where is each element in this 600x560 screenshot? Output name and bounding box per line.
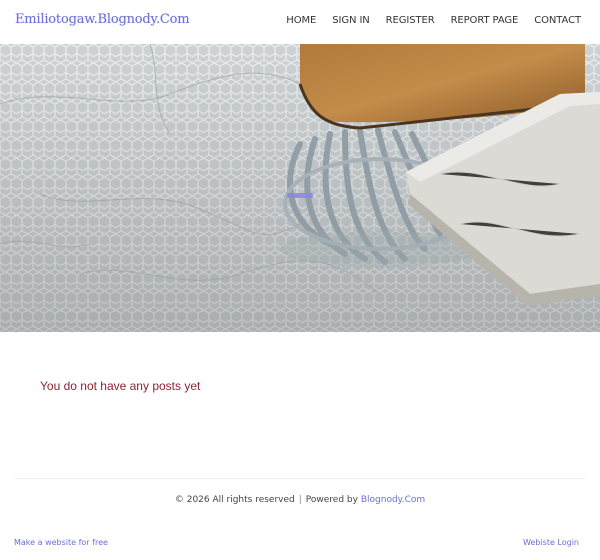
- site-header: Emiliotogaw.Blognody.Com HOME SIGN IN RE…: [0, 0, 600, 45]
- hero-image: [0, 44, 600, 332]
- powered-by-link[interactable]: Blognody.Com: [361, 495, 425, 505]
- hero-photo: [0, 44, 600, 332]
- copyright-text: © 2026 All rights reserved: [174, 495, 295, 505]
- nav-register[interactable]: REGISTER: [386, 15, 435, 26]
- nav-home[interactable]: HOME: [286, 15, 316, 26]
- nav-sign-in[interactable]: SIGN IN: [332, 15, 370, 26]
- powered-by-label: Powered by: [305, 495, 358, 505]
- main-nav: HOME SIGN IN REGISTER REPORT PAGE CONTAC…: [286, 15, 581, 26]
- footer-divider: [15, 478, 585, 479]
- footer-bottom-bar: Make a website for free Webiste Login: [0, 538, 600, 552]
- nav-contact[interactable]: CONTACT: [534, 15, 581, 26]
- site-title-link[interactable]: Emiliotogaw.Blognody.Com: [15, 12, 190, 27]
- nav-report-page[interactable]: REPORT PAGE: [451, 15, 519, 26]
- footer-separator: |: [298, 495, 302, 505]
- no-posts-message: You do not have any posts yet: [40, 379, 201, 393]
- copyright-line: © 2026 All rights reserved | Powered by Bl…: [0, 495, 600, 505]
- website-login-link[interactable]: Webiste Login: [523, 538, 579, 547]
- make-website-link[interactable]: Make a website for free: [14, 538, 108, 547]
